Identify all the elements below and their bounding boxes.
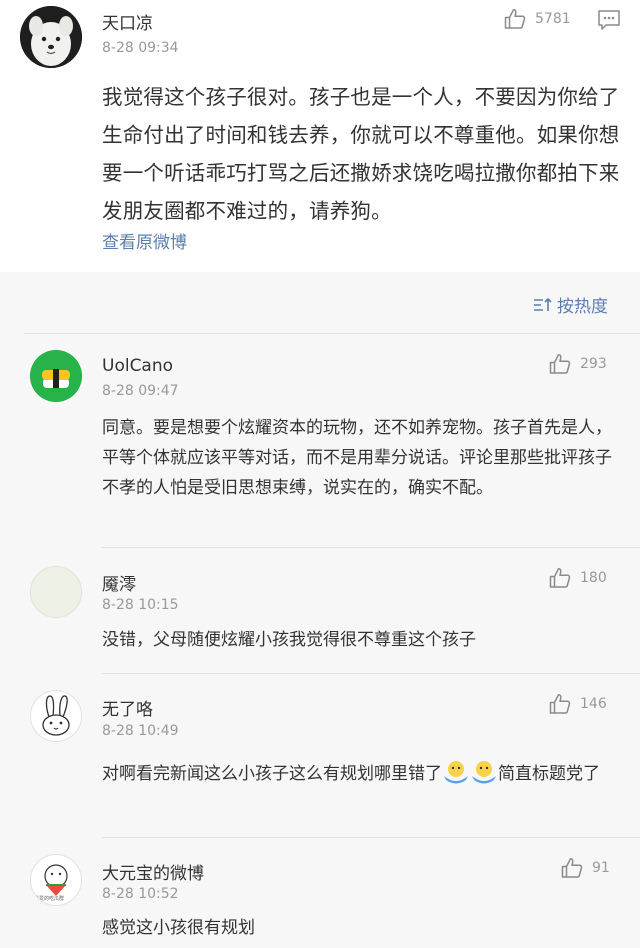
- commenter-avatar[interactable]: [30, 350, 82, 402]
- commenter-name[interactable]: 大元宝的微博: [102, 859, 204, 884]
- comment-time: 8-28 10:15: [102, 597, 179, 613]
- bunny-avatar-icon: [42, 695, 70, 736]
- thumbs-up-icon: [504, 9, 526, 29]
- comment-like-button[interactable]: 146: [548, 691, 607, 717]
- comment-time: 8-28 09:47: [102, 383, 179, 399]
- sort-icon: [534, 297, 552, 311]
- commenter-avatar[interactable]: 最爱的吃瓜群: [30, 854, 82, 906]
- sort-by-hot-button[interactable]: 按热度: [533, 292, 608, 317]
- comment-like-button[interactable]: 293: [548, 351, 607, 377]
- commenter-avatar[interactable]: [30, 690, 82, 742]
- thumbs-up-icon: [549, 694, 571, 714]
- thumbs-up-icon: [549, 568, 571, 588]
- author-avatar[interactable]: [20, 6, 82, 68]
- commenter-name[interactable]: UolCano: [102, 356, 173, 376]
- post-time: 8-28 09:34: [102, 40, 179, 56]
- post-text: 我觉得这个孩子很对。孩子也是一个人，不要因为你给了生命付出了时间和钱去养，你就可…: [102, 85, 620, 223]
- comment-text-part: 对啊看完新闻这么小孩子这么有规划哪里错了: [102, 764, 442, 784]
- commenter-name[interactable]: 无了咯: [102, 695, 153, 720]
- comment-text: 对啊看完新闻这么小孩子这么有规划哪里错了 简直标题党了: [102, 759, 622, 794]
- comment-time: 8-28 10:49: [102, 723, 179, 739]
- avatar-caption: 最爱的吃瓜群: [34, 896, 65, 902]
- comment-like-count: 146: [580, 696, 607, 712]
- commenter-avatar[interactable]: [30, 566, 82, 618]
- sort-label: 按热度: [557, 297, 608, 317]
- comment-text-part: 简直标题党了: [498, 764, 600, 784]
- comment-like-count: 293: [580, 356, 607, 372]
- dog-avatar-icon: [20, 6, 82, 68]
- comment-button[interactable]: [597, 9, 621, 35]
- thumbs-up-icon: [561, 858, 583, 878]
- doge-hug-emoji-icon: [442, 760, 470, 794]
- comment-like-count: 91: [592, 860, 610, 876]
- comment-text: 没错，父母随便炫耀小孩我觉得很不尊重这个孩子: [102, 630, 476, 650]
- commenter-name[interactable]: 魇澪: [102, 570, 136, 595]
- sushi-avatar-icon: [30, 350, 82, 402]
- sort-bar: 按热度: [0, 272, 640, 334]
- comment-list: UolCano 8-28 09:47 293 同意。要是想要个炫耀资本的玩物，还…: [0, 334, 640, 948]
- comment-text: 感觉这小孩很有规划: [102, 918, 255, 938]
- comment-like-count: 180: [580, 570, 607, 586]
- comment-text: 同意。要是想要个炫耀资本的玩物，还不如养宠物。孩子首先是人，平等个体就应该平等对…: [102, 418, 612, 498]
- thumbs-up-icon: [549, 354, 571, 374]
- comment-icon: [598, 10, 620, 30]
- doge-hug-emoji-icon: [470, 760, 498, 794]
- main-post: 天口凉 8-28 09:34 5781 我觉得这个孩子很对。孩子也是一个人，不要…: [0, 0, 640, 272]
- author-name[interactable]: 天口凉: [102, 9, 153, 34]
- comment-like-button[interactable]: 180: [548, 565, 607, 591]
- view-original-link[interactable]: 查看原微博: [102, 228, 187, 253]
- comment-time: 8-28 10:52: [102, 886, 179, 902]
- like-button[interactable]: 5781: [503, 6, 571, 32]
- comment-like-button[interactable]: 91: [560, 855, 610, 881]
- like-count: 5781: [535, 11, 571, 27]
